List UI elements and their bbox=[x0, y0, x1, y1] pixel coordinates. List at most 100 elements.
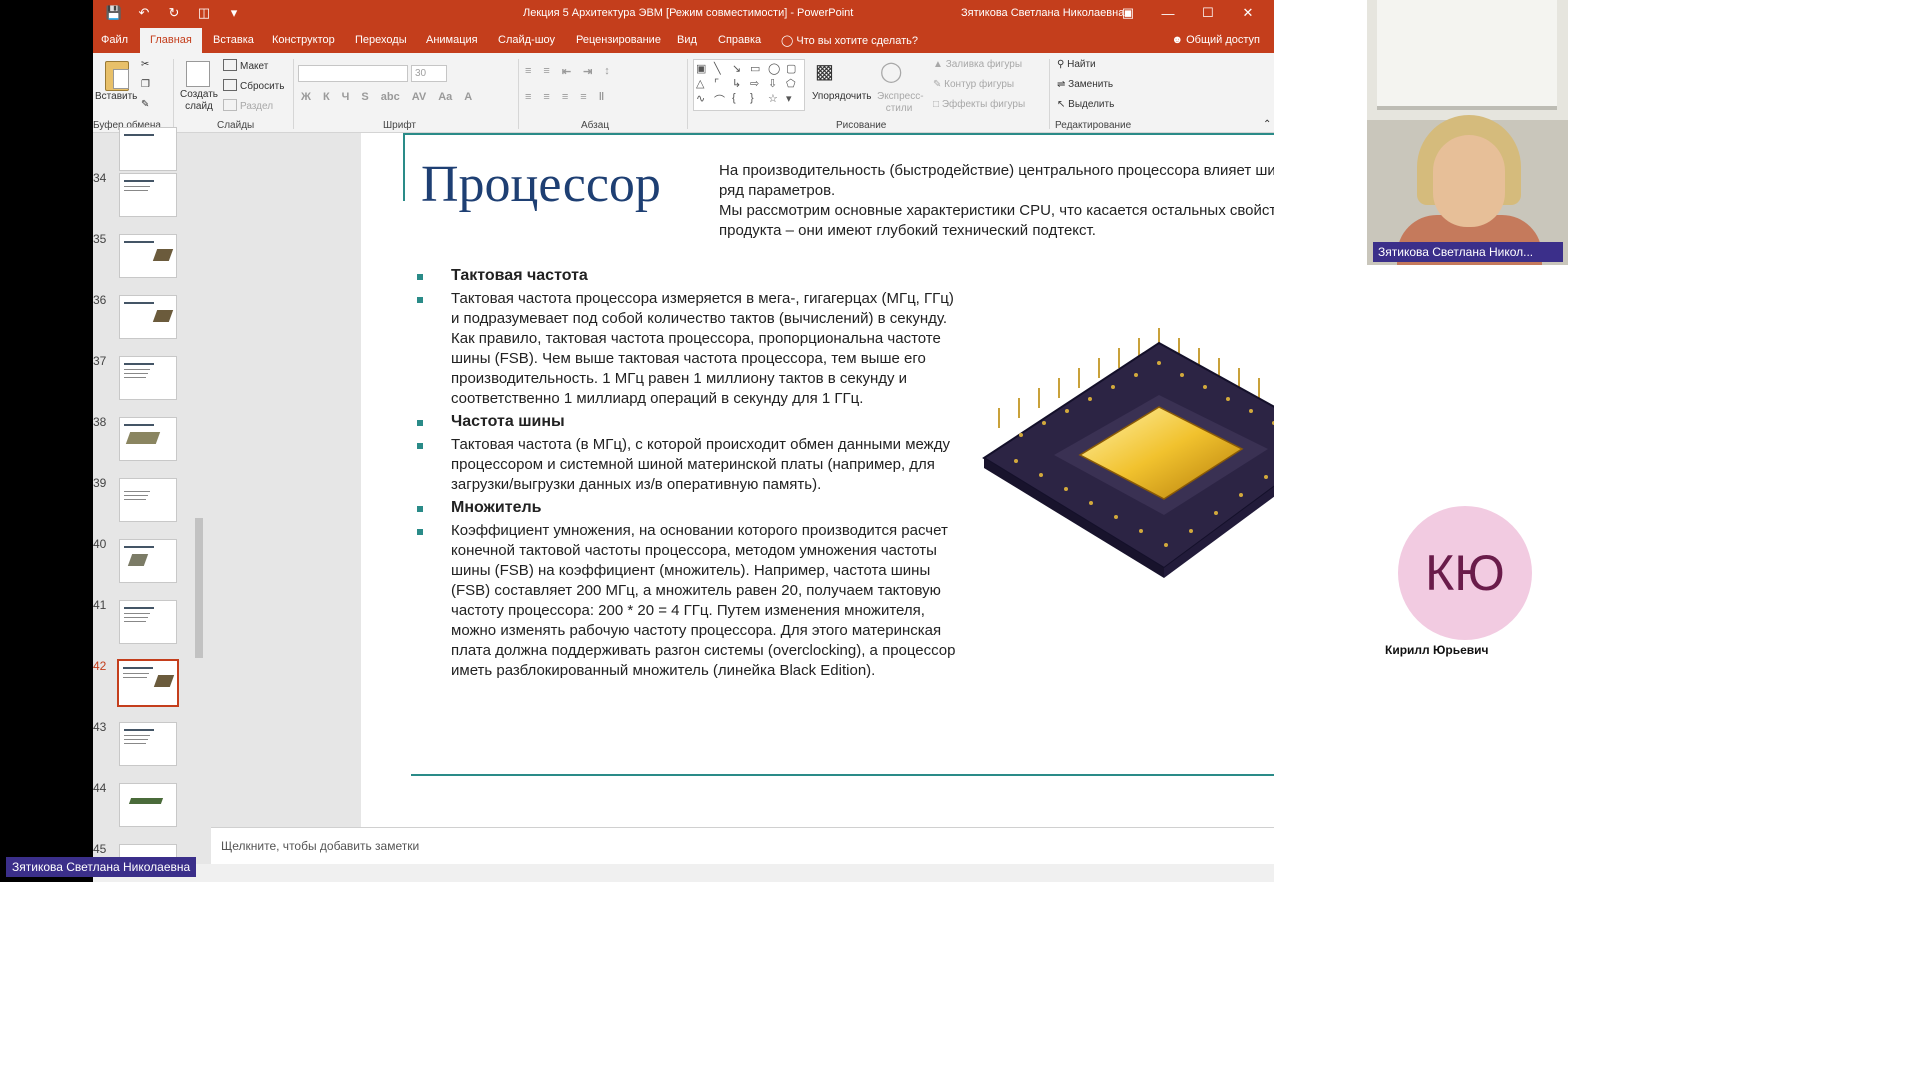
justify-icon[interactable]: ≡ bbox=[580, 91, 586, 103]
tab-animations[interactable]: Анимация bbox=[426, 34, 478, 46]
tab-file[interactable]: Файл bbox=[101, 34, 128, 46]
slide-intro-text[interactable]: На производительность (быстродействие) ц… bbox=[719, 161, 1274, 241]
star-shape-icon[interactable]: ☆ bbox=[768, 92, 784, 108]
slide-thumbnail[interactable] bbox=[119, 539, 177, 583]
tab-review[interactable]: Рецензирование bbox=[576, 34, 661, 46]
rectangle-shape-icon[interactable]: ▭ bbox=[750, 62, 766, 75]
share-button[interactable]: ☻ Общий доступ bbox=[1171, 34, 1260, 46]
font-name-field[interactable] bbox=[298, 65, 408, 82]
paste-button[interactable]: Вставить bbox=[95, 91, 137, 102]
slide-thumbnail-selected[interactable] bbox=[117, 659, 179, 707]
curve-shape-icon[interactable]: ∿ bbox=[696, 92, 712, 108]
strikethrough-icon[interactable]: S bbox=[361, 91, 368, 103]
slide-thumbnail[interactable] bbox=[119, 417, 177, 461]
slide-thumbnail[interactable] bbox=[119, 600, 177, 644]
bullets-icon[interactable]: ≡ bbox=[525, 65, 531, 78]
shape-effects-button[interactable]: □ Эффекты фигуры bbox=[933, 99, 1025, 110]
thumbnail-scrollbar[interactable] bbox=[193, 133, 205, 833]
find-button[interactable]: ⚲ Найти bbox=[1057, 59, 1096, 70]
save-icon[interactable]: 💾 bbox=[105, 5, 123, 21]
tab-help[interactable]: Справка bbox=[718, 34, 761, 46]
scrollbar-thumb[interactable] bbox=[195, 518, 203, 658]
tab-home[interactable]: Главная bbox=[140, 28, 202, 53]
connector-shape-icon[interactable]: ⌜ bbox=[714, 77, 730, 90]
paste-icon[interactable] bbox=[105, 61, 129, 91]
arc-shape-icon[interactable]: ⌒ bbox=[714, 92, 730, 108]
new-slide-button[interactable]: Создать слайд bbox=[179, 89, 219, 113]
slide-thumbnail[interactable] bbox=[119, 173, 177, 217]
reset-button[interactable]: Сбросить bbox=[223, 79, 284, 92]
start-slideshow-icon[interactable]: ◫ bbox=[195, 5, 213, 21]
tell-me-box[interactable]: ◯ Что вы хотите сделать? bbox=[781, 34, 918, 47]
decrease-indent-icon[interactable]: ⇤ bbox=[562, 65, 571, 78]
shape-fill-button[interactable]: ▲ Заливка фигуры bbox=[933, 59, 1022, 70]
slide-thumbnail[interactable] bbox=[119, 127, 177, 171]
tab-transitions[interactable]: Переходы bbox=[355, 34, 407, 46]
tab-design[interactable]: Конструктор bbox=[272, 34, 335, 46]
font-size-field[interactable]: 30 bbox=[411, 65, 447, 82]
collapse-ribbon-icon[interactable]: ⌃ bbox=[1263, 119, 1271, 130]
align-right-icon[interactable]: ≡ bbox=[562, 91, 568, 103]
increase-indent-icon[interactable]: ⇥ bbox=[583, 65, 592, 78]
slide-thumbnail[interactable] bbox=[119, 722, 177, 766]
shapes-gallery[interactable]: ▣ ╲ ↘ ▭ ◯ ▢ △ ⌜ ↳ ⇨ ⇩ ⬠ ∿ ⌒ { } ☆ ▾ bbox=[693, 59, 805, 111]
select-button[interactable]: ↖ Выделить bbox=[1057, 99, 1114, 110]
down-arrow-shape-icon[interactable]: ⇩ bbox=[768, 77, 784, 90]
change-case-icon[interactable]: Aa bbox=[438, 91, 452, 103]
char-spacing-icon[interactable]: AV bbox=[412, 91, 426, 103]
textbox-shape-icon[interactable]: ▣ bbox=[696, 62, 712, 75]
cpu-image[interactable] bbox=[976, 323, 1274, 593]
shape-outline-button[interactable]: ✎ Контур фигуры bbox=[933, 79, 1014, 90]
slide-thumbnail[interactable] bbox=[119, 478, 177, 522]
quick-styles-icon[interactable]: ◯ bbox=[880, 59, 902, 84]
arrange-button[interactable]: Упорядочить bbox=[812, 91, 872, 102]
numbering-icon[interactable]: ≡ bbox=[543, 65, 549, 78]
customize-qat-icon[interactable]: ▾ bbox=[225, 5, 243, 21]
pentagon-shape-icon[interactable]: ⬠ bbox=[786, 77, 802, 90]
replace-button[interactable]: ⇌ Заменить bbox=[1057, 79, 1113, 90]
underline-icon[interactable]: Ч bbox=[342, 91, 350, 103]
tab-view[interactable]: Вид bbox=[677, 34, 697, 46]
copy-icon[interactable]: ❐ bbox=[141, 79, 150, 90]
right-arrow-shape-icon[interactable]: ⇨ bbox=[750, 77, 766, 90]
align-center-icon[interactable]: ≡ bbox=[543, 91, 549, 103]
bullet-list[interactable]: Тактовая частота Тактовая частота процес… bbox=[413, 266, 963, 684]
format-painter-icon[interactable]: ✎ bbox=[141, 99, 149, 110]
columns-icon[interactable]: ‖ bbox=[599, 91, 604, 103]
bracket-shape-icon[interactable]: { bbox=[732, 92, 748, 108]
ribbon-display-icon[interactable]: ▣ bbox=[1108, 3, 1148, 23]
participant-avatar[interactable]: КЮ bbox=[1398, 506, 1532, 640]
minimize-icon[interactable]: — bbox=[1148, 3, 1188, 23]
triangle-shape-icon[interactable]: △ bbox=[696, 77, 712, 90]
brace-shape-icon[interactable]: } bbox=[750, 92, 766, 108]
layout-button[interactable]: Макет bbox=[223, 59, 268, 72]
arrow-shape-icon[interactable]: ↘ bbox=[732, 62, 748, 75]
tab-slideshow[interactable]: Слайд-шоу bbox=[498, 34, 555, 46]
cut-icon[interactable]: ✂ bbox=[141, 59, 149, 70]
slide-thumbnail[interactable] bbox=[119, 234, 177, 278]
section-button[interactable]: Раздел bbox=[223, 99, 273, 112]
slide-canvas[interactable]: Процессор На производительность (быстрод… bbox=[361, 133, 1274, 829]
spacing-icon[interactable]: abc bbox=[381, 91, 400, 103]
rounded-rect-shape-icon[interactable]: ▢ bbox=[786, 62, 802, 75]
maximize-icon[interactable]: ☐ bbox=[1188, 3, 1228, 23]
more-shapes-icon[interactable]: ▾ bbox=[786, 92, 802, 108]
line-spacing-icon[interactable]: ↕ bbox=[604, 65, 610, 78]
slide-thumbnail[interactable] bbox=[119, 783, 177, 827]
italic-icon[interactable]: К bbox=[323, 91, 330, 103]
font-color-icon[interactable]: A bbox=[464, 91, 472, 103]
slide-thumbnail[interactable] bbox=[119, 295, 177, 339]
close-icon[interactable]: ✕ bbox=[1228, 3, 1268, 23]
notes-pane[interactable]: Щелкните, чтобы добавить заметки bbox=[211, 827, 1274, 864]
slide-title[interactable]: Процессор bbox=[421, 155, 661, 214]
undo-icon[interactable]: ↶ bbox=[135, 5, 153, 21]
slide-thumbnail[interactable] bbox=[119, 356, 177, 400]
oval-shape-icon[interactable]: ◯ bbox=[768, 62, 784, 75]
arrange-icon[interactable]: ▩ bbox=[815, 59, 834, 84]
new-slide-icon[interactable] bbox=[186, 61, 210, 87]
elbow-shape-icon[interactable]: ↳ bbox=[732, 77, 748, 90]
presenter-camera[interactable]: Зятикова Светлана Никол... bbox=[1367, 0, 1568, 265]
line-shape-icon[interactable]: ╲ bbox=[714, 62, 730, 75]
quick-styles-button[interactable]: Экспресс-стили bbox=[877, 91, 924, 115]
tab-insert[interactable]: Вставка bbox=[213, 34, 254, 46]
